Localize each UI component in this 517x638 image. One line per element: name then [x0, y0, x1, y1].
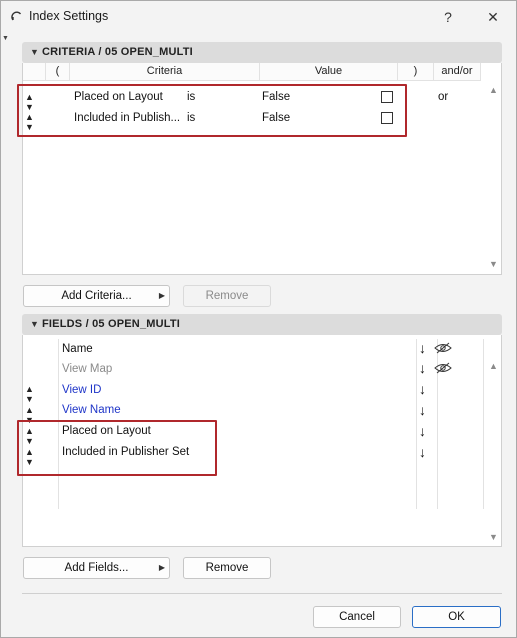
criteria-col-open-paren[interactable]: (	[46, 63, 70, 81]
fields-section-header[interactable]: ▼ FIELDS / 05 OPEN_MULTI	[22, 314, 502, 335]
sort-arrow-icon[interactable]: ↓	[419, 424, 426, 438]
column-divider	[416, 339, 417, 509]
criteria-section-header[interactable]: ▼ CRITERIA / 05 OPEN_MULTI	[22, 42, 502, 63]
add-criteria-label: Add Criteria...	[61, 290, 132, 302]
title-bar: Index Settings ? ✕	[1, 1, 516, 33]
sort-arrow-icon[interactable]: ↓	[419, 382, 426, 396]
add-fields-button[interactable]: Add Fields... ▶	[23, 557, 170, 579]
sort-arrow-icon[interactable]: ↓	[419, 445, 426, 459]
fields-col-name[interactable]: Name	[62, 343, 93, 355]
criteria-col-criteria[interactable]: Criteria	[70, 63, 260, 81]
help-button[interactable]: ?	[433, 5, 463, 29]
sort-arrow-icon[interactable]: ↓	[419, 341, 426, 355]
close-button[interactable]: ✕	[478, 5, 508, 29]
criteria-col-andor[interactable]: and/or	[434, 63, 481, 81]
add-fields-label: Add Fields...	[64, 562, 129, 574]
criteria-row-1-andor[interactable]: or	[438, 91, 448, 103]
field-row-2-name[interactable]: View ID	[62, 384, 101, 396]
scroll-up-icon[interactable]: ▲	[489, 361, 498, 371]
menu-arrow-icon: ▶	[158, 563, 165, 572]
fields-section-title: FIELDS / 05 OPEN_MULTI	[42, 318, 181, 330]
scroll-down-icon[interactable]: ▼	[489, 259, 498, 269]
index-settings-dialog: Index Settings ? ✕ ▼ ▼ CRITERIA / 05 OPE…	[0, 0, 517, 638]
menu-arrow-icon: ▶	[158, 291, 165, 300]
collapse-triangle-icon[interactable]: ▼	[30, 319, 39, 329]
criteria-col-close-paren[interactable]: )	[398, 63, 434, 81]
collapse-triangle-icon[interactable]: ▼	[30, 47, 39, 57]
criteria-col-handle	[23, 63, 46, 81]
scroll-up-icon[interactable]: ▲	[489, 85, 498, 95]
sort-arrow-icon[interactable]: ↓	[419, 361, 426, 375]
app-icon	[11, 11, 22, 21]
hidden-eye-icon[interactable]	[434, 342, 452, 354]
sort-arrow-icon[interactable]: ↓	[419, 403, 426, 417]
ok-button[interactable]: OK	[412, 606, 501, 628]
collapse-marker-icon: ▼	[2, 35, 9, 42]
remove-fields-button[interactable]: Remove	[183, 557, 271, 579]
criteria-highlight-box	[17, 84, 407, 137]
field-row-3-name[interactable]: View Name	[62, 404, 121, 416]
window-title: Index Settings	[29, 9, 109, 23]
cancel-button[interactable]: Cancel	[313, 606, 401, 628]
row-drag-handle-icon[interactable]: ▲ ▼	[25, 384, 34, 404]
add-criteria-button[interactable]: Add Criteria... ▶	[23, 285, 170, 307]
footer-divider	[22, 593, 502, 594]
remove-criteria-button[interactable]: Remove	[183, 285, 271, 307]
fields-highlight-box	[17, 420, 217, 476]
criteria-section-title: CRITERIA / 05 OPEN_MULTI	[42, 46, 193, 58]
scroll-down-icon[interactable]: ▼	[489, 532, 498, 542]
field-row-1-name[interactable]: View Map	[62, 363, 112, 375]
criteria-col-value[interactable]: Value	[260, 63, 398, 81]
hidden-eye-icon[interactable]	[434, 362, 452, 374]
column-divider	[483, 339, 484, 509]
